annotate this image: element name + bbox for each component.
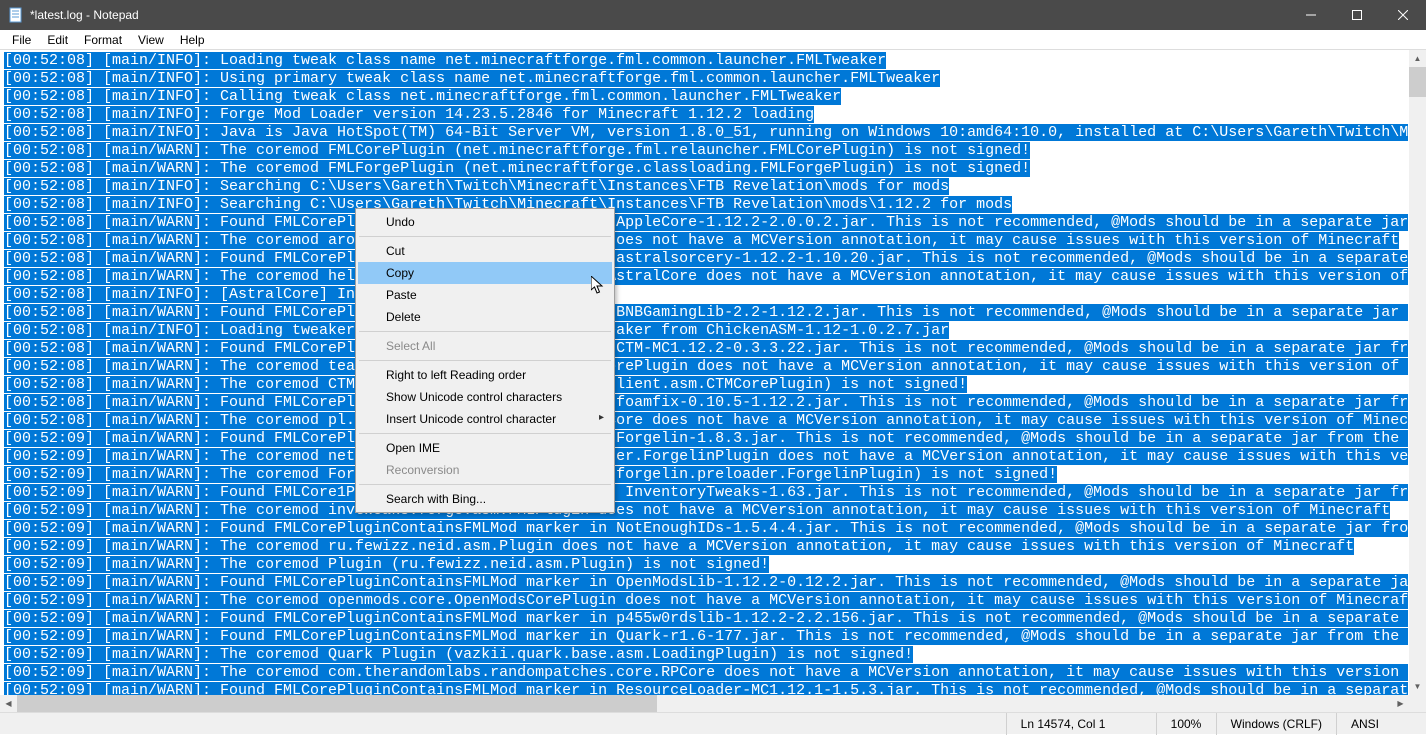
context-menu-select-all: Select All bbox=[358, 335, 612, 357]
context-menu-separator bbox=[359, 360, 611, 361]
status-encoding: ANSI bbox=[1336, 713, 1426, 735]
context-menu-delete[interactable]: Delete bbox=[358, 306, 612, 328]
context-menu-open-ime[interactable]: Open IME bbox=[358, 437, 612, 459]
minimize-button[interactable] bbox=[1288, 0, 1334, 30]
horizontal-scroll-thumb[interactable] bbox=[17, 695, 657, 712]
context-menu-copy[interactable]: Copy bbox=[358, 262, 612, 284]
vertical-scrollbar[interactable]: ▲ ▼ bbox=[1409, 50, 1426, 695]
notepad-icon bbox=[8, 7, 24, 23]
vertical-scroll-thumb[interactable] bbox=[1409, 67, 1426, 97]
context-menu-right-to-left-reading-order[interactable]: Right to left Reading order bbox=[358, 364, 612, 386]
close-button[interactable] bbox=[1380, 0, 1426, 30]
context-menu-paste[interactable]: Paste bbox=[358, 284, 612, 306]
horizontal-scrollbar[interactable]: ◀ ▶ bbox=[0, 695, 1409, 712]
menubar: File Edit Format View Help bbox=[0, 30, 1426, 50]
status-position: Ln 14574, Col 1 bbox=[1006, 713, 1156, 735]
context-menu-separator bbox=[359, 331, 611, 332]
scroll-corner bbox=[1409, 695, 1426, 712]
statusbar: Ln 14574, Col 1 100% Windows (CRLF) ANSI bbox=[0, 712, 1426, 734]
context-menu-show-unicode-control-characters[interactable]: Show Unicode control characters bbox=[358, 386, 612, 408]
menu-format[interactable]: Format bbox=[76, 31, 130, 49]
context-menu-separator bbox=[359, 236, 611, 237]
context-menu-separator bbox=[359, 433, 611, 434]
context-menu-undo[interactable]: Undo bbox=[358, 211, 612, 233]
maximize-button[interactable] bbox=[1334, 0, 1380, 30]
context-menu-insert-unicode-control-character[interactable]: Insert Unicode control character bbox=[358, 408, 612, 430]
window-title: *latest.log - Notepad bbox=[30, 8, 1288, 22]
scroll-right-arrow[interactable]: ▶ bbox=[1392, 695, 1409, 712]
menu-view[interactable]: View bbox=[130, 31, 172, 49]
status-line-ending: Windows (CRLF) bbox=[1216, 713, 1336, 735]
text-editor[interactable]: [00:52:08] [main/INFO]: Loading tweak cl… bbox=[0, 50, 1408, 696]
status-zoom: 100% bbox=[1156, 713, 1216, 735]
menu-edit[interactable]: Edit bbox=[39, 31, 76, 49]
context-menu-search-with-bing[interactable]: Search with Bing... bbox=[358, 488, 612, 510]
scroll-down-arrow[interactable]: ▼ bbox=[1409, 678, 1426, 695]
context-menu: Undo CutCopyPasteDelete Select All Right to… bbox=[355, 208, 615, 513]
titlebar: *latest.log - Notepad bbox=[0, 0, 1426, 30]
context-menu-separator bbox=[359, 484, 611, 485]
menu-file[interactable]: File bbox=[4, 31, 39, 49]
scroll-up-arrow[interactable]: ▲ bbox=[1409, 50, 1426, 67]
menu-help[interactable]: Help bbox=[172, 31, 213, 49]
content-area: [00:52:08] [main/INFO]: Loading tweak cl… bbox=[0, 50, 1426, 712]
context-menu-cut[interactable]: Cut bbox=[358, 240, 612, 262]
context-menu-reconversion: Reconversion bbox=[358, 459, 612, 481]
scroll-left-arrow[interactable]: ◀ bbox=[0, 695, 17, 712]
